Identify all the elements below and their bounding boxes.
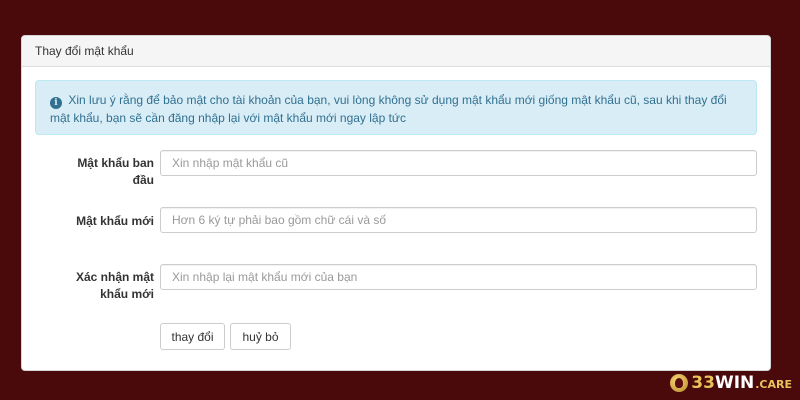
- info-alert: i Xin lưu ý rằng để bảo mật cho tài khoả…: [35, 80, 757, 135]
- confirm-password-label: Xác nhận mật khẩu mới: [22, 269, 154, 303]
- new-password-label: Mật khẩu mới: [22, 213, 154, 230]
- submit-button[interactable]: thay đổi: [160, 323, 225, 350]
- brand-logo: 33 WIN .CARE: [670, 373, 792, 393]
- cancel-button[interactable]: huỷ bỏ: [230, 323, 291, 350]
- logo-win: WIN: [714, 373, 755, 393]
- confirm-password-input[interactable]: [160, 264, 757, 290]
- confirm-password-label-line1: Xác nhận mật: [75, 270, 154, 284]
- confirm-password-label-line2: khẩu mới: [100, 287, 154, 301]
- old-password-label-line1: Mật khẩu ban: [77, 156, 154, 170]
- logo-number: 33: [691, 373, 715, 393]
- panel-heading: Thay đổi mật khẩu: [22, 36, 770, 67]
- logo-suffix: .CARE: [755, 378, 792, 391]
- old-password-label-line2: đầu: [132, 173, 154, 187]
- panel-title: Thay đổi mật khẩu: [35, 44, 134, 58]
- new-password-label-text: Mật khẩu mới: [76, 214, 154, 228]
- old-password-input[interactable]: [160, 150, 757, 176]
- info-circle-icon: i: [50, 97, 62, 109]
- change-password-panel: Thay đổi mật khẩu i Xin lưu ý rằng để bả…: [21, 35, 771, 371]
- alert-text: Xin lưu ý rằng để bảo mật cho tài khoản …: [50, 93, 727, 125]
- new-password-input[interactable]: [160, 207, 757, 233]
- spade-emblem-icon: [670, 374, 689, 392]
- old-password-label: Mật khẩu ban đầu: [22, 155, 154, 189]
